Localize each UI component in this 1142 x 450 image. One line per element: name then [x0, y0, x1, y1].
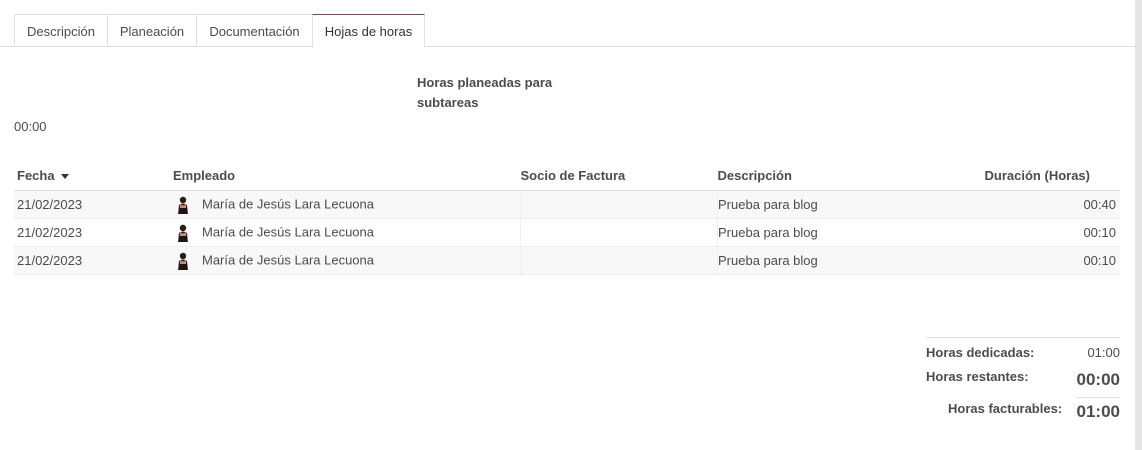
tab-descripcion[interactable]: Descripción: [14, 14, 108, 46]
cell-duration[interactable]: 00:10: [893, 246, 1120, 275]
column-header-duration[interactable]: Duración (Horas): [893, 161, 1120, 191]
billable-hours-value: 01:00: [1076, 402, 1120, 421]
billable-divider: [1076, 397, 1120, 398]
column-header-employee[interactable]: Empleado: [173, 161, 521, 191]
planned-subtask-hours-value: 00:00: [14, 119, 47, 134]
table-header-row: Fecha Empleado Socio de Factura Descripc…: [14, 161, 1120, 191]
column-header-partner[interactable]: Socio de Factura: [520, 161, 718, 191]
billable-hours-row: Horas facturables: 01:00: [926, 399, 1120, 423]
dedicated-hours-label: Horas dedicadas:: [926, 345, 1035, 360]
cell-duration[interactable]: 00:40: [893, 190, 1120, 219]
employee-avatar: [177, 196, 189, 214]
column-header-description[interactable]: Descripción: [717, 161, 893, 191]
dedicated-hours-value: 01:00: [1087, 345, 1120, 360]
employee-name: María de Jesús Lara Lecuona: [202, 223, 374, 239]
cell-description[interactable]: Prueba para blog: [717, 190, 893, 219]
cell-description[interactable]: Prueba para blog: [717, 246, 893, 275]
employee-avatar: [177, 252, 189, 270]
cell-partner[interactable]: [520, 218, 718, 247]
timesheet-table: Fecha Empleado Socio de Factura Descripc…: [14, 161, 1120, 275]
table-row[interactable]: 21/02/2023 María de Jesús Lara Lecuona Pru…: [14, 246, 1120, 275]
caret-down-icon: [60, 174, 69, 180]
cell-description[interactable]: Prueba para blog: [717, 218, 893, 247]
table-row[interactable]: 21/02/2023 María de Jesús Lara Lecuona Pru…: [14, 218, 1120, 247]
remaining-hours-label: Horas restantes:: [926, 369, 1029, 384]
employee-name: María de Jesús Lara Lecuona: [202, 251, 374, 267]
column-header-date[interactable]: Fecha: [14, 161, 173, 191]
tab-documentacion[interactable]: Documentación: [196, 14, 313, 46]
cell-employee[interactable]: María de Jesús Lara Lecuona: [173, 218, 521, 247]
totals-divider: [926, 337, 1120, 338]
remaining-hours-row: Horas restantes: 00:00: [926, 367, 1120, 391]
cell-date[interactable]: 21/02/2023: [14, 190, 173, 219]
billable-hours-label: Horas facturables:: [948, 401, 1063, 416]
dedicated-hours-row: Horas dedicadas: 01:00: [926, 344, 1120, 362]
cell-partner[interactable]: [520, 190, 718, 219]
notebook-tabs: Descripción Planeación Documentación Hoj…: [0, 14, 1135, 47]
cell-date[interactable]: 21/02/2023: [14, 246, 173, 275]
cell-duration[interactable]: 00:10: [893, 218, 1120, 247]
vertical-scrollbar[interactable]: [1135, 0, 1142, 450]
cell-partner[interactable]: [520, 246, 718, 275]
column-header-date-label: Fecha: [17, 168, 55, 183]
cell-date[interactable]: 21/02/2023: [14, 218, 173, 247]
tab-planeacion[interactable]: Planeación: [107, 14, 197, 46]
cell-employee[interactable]: María de Jesús Lara Lecuona: [173, 246, 521, 275]
table-row[interactable]: 21/02/2023 María de Jesús Lara Lecuona Pru…: [14, 190, 1120, 219]
planned-subtask-hours-label: Horas planeadas para subtareas: [417, 75, 553, 110]
tab-hojas-de-horas[interactable]: Hojas de horas: [312, 14, 425, 47]
employee-name: María de Jesús Lara Lecuona: [202, 195, 374, 211]
cell-employee[interactable]: María de Jesús Lara Lecuona: [173, 190, 521, 219]
employee-avatar: [177, 224, 189, 242]
remaining-hours-value: 00:00: [1076, 370, 1120, 389]
